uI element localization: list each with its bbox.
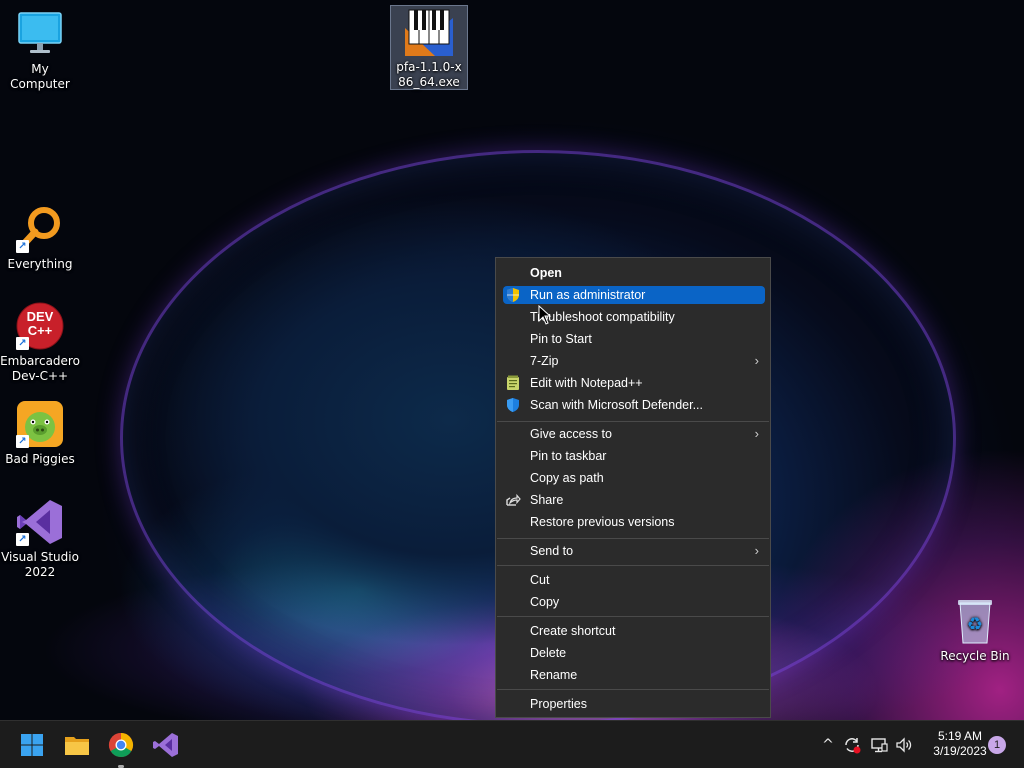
desktop-icon-label: Recycle Bin bbox=[940, 649, 1010, 663]
network-icon[interactable] bbox=[869, 735, 889, 755]
pig-icon: ↗ bbox=[16, 400, 64, 448]
mouse-cursor-icon bbox=[538, 304, 552, 325]
desktop-icon-visual-studio[interactable]: ↗ Visual Studio 2022 bbox=[0, 498, 80, 580]
visual-studio-icon bbox=[153, 733, 178, 757]
menu-item-label: Open bbox=[530, 266, 562, 280]
menu-item-label: Edit with Notepad++ bbox=[530, 376, 643, 390]
file-context-menu[interactable]: Open Run as administrator Troubleshoot c… bbox=[495, 257, 771, 718]
menu-item-label: Cut bbox=[530, 573, 550, 587]
menu-item-run-as-administrator[interactable]: Run as administrator bbox=[503, 286, 765, 304]
menu-item-label: Copy as path bbox=[530, 471, 604, 485]
menu-item-label: Delete bbox=[530, 646, 567, 660]
desktop-icon-label: Everything bbox=[7, 257, 73, 271]
menu-item-label: Properties bbox=[530, 697, 587, 711]
chevron-right-icon: › bbox=[754, 543, 759, 558]
taskbar[interactable]: ^ 5:19 AM 3/19/2023 1 bbox=[0, 720, 1024, 768]
desktop-icon-recycle-bin[interactable]: ♻ Recycle Bin bbox=[935, 597, 1015, 664]
monitor-icon bbox=[16, 10, 64, 58]
visual-studio-icon: ↗ bbox=[16, 498, 64, 546]
menu-separator bbox=[497, 616, 769, 617]
notepad-plus-plus-icon bbox=[505, 375, 521, 391]
menu-separator bbox=[497, 538, 769, 539]
windows-start-icon bbox=[21, 734, 43, 756]
chrome-icon bbox=[108, 733, 134, 758]
desktop-icon-label: pfa-1.1.0-x86_64.exe bbox=[396, 60, 462, 89]
uac-shield-icon bbox=[505, 287, 521, 303]
desktop-icon-everything[interactable]: ↗ Everything bbox=[0, 205, 80, 272]
menu-item-copy-as-path[interactable]: Copy as path bbox=[503, 469, 765, 487]
desktop-icon-label: Visual Studio 2022 bbox=[1, 550, 79, 579]
menu-item-label: Restore previous versions bbox=[530, 515, 675, 529]
shortcut-arrow-icon: ↗ bbox=[16, 337, 29, 350]
menu-separator bbox=[497, 565, 769, 566]
share-icon bbox=[505, 492, 521, 508]
menu-item-label: Copy bbox=[530, 595, 560, 609]
piano-installer-icon bbox=[405, 8, 453, 56]
taskbar-chrome[interactable] bbox=[103, 727, 139, 768]
show-hidden-icons-chevron-up-icon[interactable]: ^ bbox=[818, 735, 838, 755]
menu-item-label: Share bbox=[530, 493, 564, 507]
menu-item-edit-with-notepad-plus-plus[interactable]: Edit with Notepad++ bbox=[503, 374, 765, 392]
menu-item-label: Pin to taskbar bbox=[530, 449, 607, 463]
menu-separator bbox=[497, 689, 769, 690]
chevron-right-icon: › bbox=[754, 353, 759, 368]
shortcut-arrow-icon: ↗ bbox=[16, 533, 29, 546]
menu-separator bbox=[497, 421, 769, 422]
notification-count-badge[interactable]: 1 bbox=[988, 736, 1006, 754]
menu-item-label: Scan with Microsoft Defender... bbox=[530, 398, 703, 412]
menu-item-rename[interactable]: Rename bbox=[503, 666, 765, 684]
menu-item-scan-with-defender[interactable]: Scan with Microsoft Defender... bbox=[503, 396, 765, 414]
desktop-icon-pfa-installer[interactable]: pfa-1.1.0-x86_64.exe bbox=[390, 5, 468, 90]
menu-item-7zip[interactable]: 7-Zip › bbox=[503, 352, 765, 370]
menu-item-share[interactable]: Share bbox=[503, 491, 765, 509]
file-explorer-icon bbox=[65, 737, 89, 755]
menu-item-label: Send to bbox=[530, 544, 574, 558]
menu-item-label: Run as administrator bbox=[530, 288, 646, 302]
desktop-icon-label: Bad Piggies bbox=[5, 452, 75, 466]
magnifier-icon: ↗ bbox=[16, 205, 64, 253]
menu-item-label: 7-Zip bbox=[530, 354, 559, 368]
menu-item-cut[interactable]: Cut bbox=[503, 571, 765, 589]
menu-item-give-access-to[interactable]: Give access to › bbox=[503, 425, 765, 443]
desktop-icon-devcpp[interactable]: DEV C++ ↗ Embarcadero Dev-C++ bbox=[0, 302, 80, 384]
shortcut-arrow-icon: ↗ bbox=[16, 240, 29, 253]
recycle-bin-icon: ♻ bbox=[951, 597, 999, 645]
menu-item-delete[interactable]: Delete bbox=[503, 644, 765, 662]
shortcut-arrow-icon: ↗ bbox=[16, 435, 29, 448]
devcpp-badge-text: DEV C++ bbox=[26, 309, 54, 338]
menu-item-label: Rename bbox=[530, 668, 578, 682]
desktop-icon-label: Embarcadero Dev-C++ bbox=[0, 354, 80, 383]
menu-item-label: Pin to Start bbox=[530, 332, 592, 346]
sync-icon[interactable] bbox=[842, 735, 862, 755]
defender-shield-icon bbox=[505, 397, 521, 413]
menu-item-label: Give access to bbox=[530, 427, 612, 441]
devcpp-icon: DEV C++ ↗ bbox=[16, 302, 64, 350]
desktop-icon-bad-piggies[interactable]: ↗ Bad Piggies bbox=[0, 400, 80, 467]
menu-item-send-to[interactable]: Send to › bbox=[503, 542, 765, 560]
start-button[interactable] bbox=[14, 727, 50, 763]
chevron-right-icon: › bbox=[754, 426, 759, 441]
menu-item-copy[interactable]: Copy bbox=[503, 593, 765, 611]
taskbar-visual-studio[interactable] bbox=[147, 727, 183, 763]
menu-item-pin-to-taskbar[interactable]: Pin to taskbar bbox=[503, 447, 765, 465]
menu-item-open[interactable]: Open bbox=[503, 264, 765, 282]
menu-item-properties[interactable]: Properties bbox=[503, 695, 765, 713]
menu-item-label: Create shortcut bbox=[530, 624, 616, 638]
taskbar-file-explorer[interactable] bbox=[59, 727, 95, 763]
svg-text:♻: ♻ bbox=[967, 614, 983, 635]
desktop-icon-my-computer[interactable]: My Computer bbox=[0, 10, 80, 92]
menu-item-create-shortcut[interactable]: Create shortcut bbox=[503, 622, 765, 640]
menu-item-restore-previous-versions[interactable]: Restore previous versions bbox=[503, 513, 765, 531]
menu-item-pin-to-start[interactable]: Pin to Start bbox=[503, 330, 765, 348]
volume-icon[interactable] bbox=[894, 735, 914, 755]
desktop-icon-label: My Computer bbox=[10, 62, 70, 91]
